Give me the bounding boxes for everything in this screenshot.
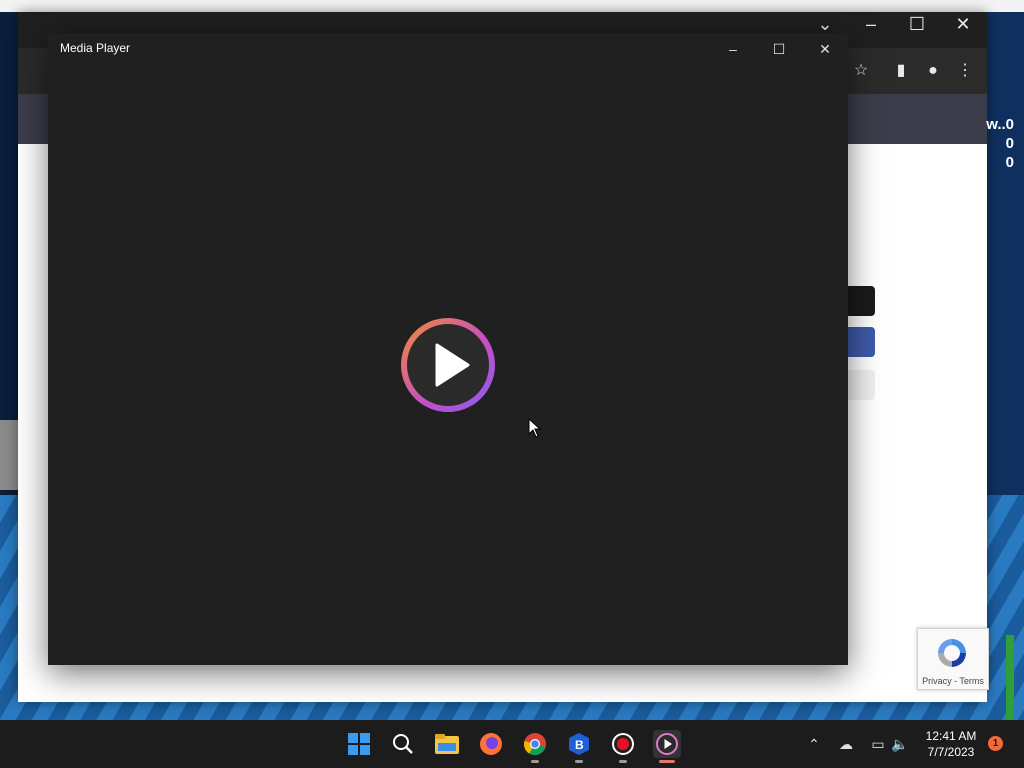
- app-b-running-indicator: [575, 760, 583, 763]
- recaptcha-icon: [938, 639, 966, 667]
- notification-badge[interactable]: 1: [988, 736, 1003, 751]
- minimize-icon[interactable]: –: [856, 12, 886, 36]
- clock-date: 7/7/2023: [927, 745, 975, 759]
- desktop-grey-block: [0, 420, 18, 490]
- desktop-green-bar: [1006, 635, 1014, 720]
- recaptcha-links[interactable]: Privacy - Terms: [918, 676, 988, 686]
- side-panel-icon[interactable]: ▮: [890, 60, 912, 82]
- maximize-icon[interactable]: ☐: [902, 12, 932, 36]
- start-icon[interactable]: [345, 730, 373, 758]
- profile-icon[interactable]: ●: [922, 60, 944, 82]
- close-icon[interactable]: ✕: [807, 36, 843, 62]
- desktop-top-strip: [0, 0, 1024, 12]
- chrome-running-indicator: [531, 760, 539, 763]
- bookmark-star-icon[interactable]: ☆: [850, 60, 872, 82]
- system-clock[interactable]: 12:41 AM 7/7/2023: [918, 728, 984, 760]
- search-icon[interactable]: [389, 730, 417, 758]
- media-player-icon[interactable]: [653, 730, 681, 758]
- taskbar: B ⌃ ☁ ▭ 🔈 12:41 AM 7/7/2023 1: [0, 720, 1024, 768]
- stat-value: 0: [1005, 154, 1014, 171]
- firefox-icon[interactable]: [477, 730, 505, 758]
- network-icon[interactable]: ▭: [868, 734, 888, 754]
- play-button[interactable]: [400, 317, 496, 413]
- window-title: Media Player: [60, 41, 131, 55]
- chrome-icon[interactable]: [521, 730, 549, 758]
- stat-value: w..0: [986, 116, 1014, 133]
- stat-value: 0: [1005, 135, 1014, 152]
- clock-time: 12:41 AM: [925, 729, 977, 743]
- onedrive-icon[interactable]: ☁: [836, 734, 856, 754]
- maximize-icon[interactable]: ☐: [761, 36, 797, 62]
- volume-icon[interactable]: 🔈: [890, 734, 910, 754]
- menu-dots-icon[interactable]: ⋮: [954, 60, 976, 82]
- media-player-window[interactable]: Media Player – ☐ ✕: [48, 33, 848, 665]
- recorder-icon[interactable]: [609, 730, 637, 758]
- svg-text:B: B: [575, 738, 584, 752]
- chevron-up-icon[interactable]: ⌃: [804, 734, 824, 754]
- file-explorer-icon[interactable]: [433, 730, 461, 758]
- media-player-active-indicator: [659, 760, 675, 763]
- recorder-running-indicator: [619, 760, 627, 763]
- mouse-cursor-icon: [528, 418, 542, 438]
- app-b-icon[interactable]: B: [565, 730, 593, 758]
- recaptcha-badge[interactable]: Privacy - Terms: [917, 628, 989, 690]
- minimize-icon[interactable]: –: [715, 36, 751, 62]
- close-icon[interactable]: ✕: [948, 12, 978, 36]
